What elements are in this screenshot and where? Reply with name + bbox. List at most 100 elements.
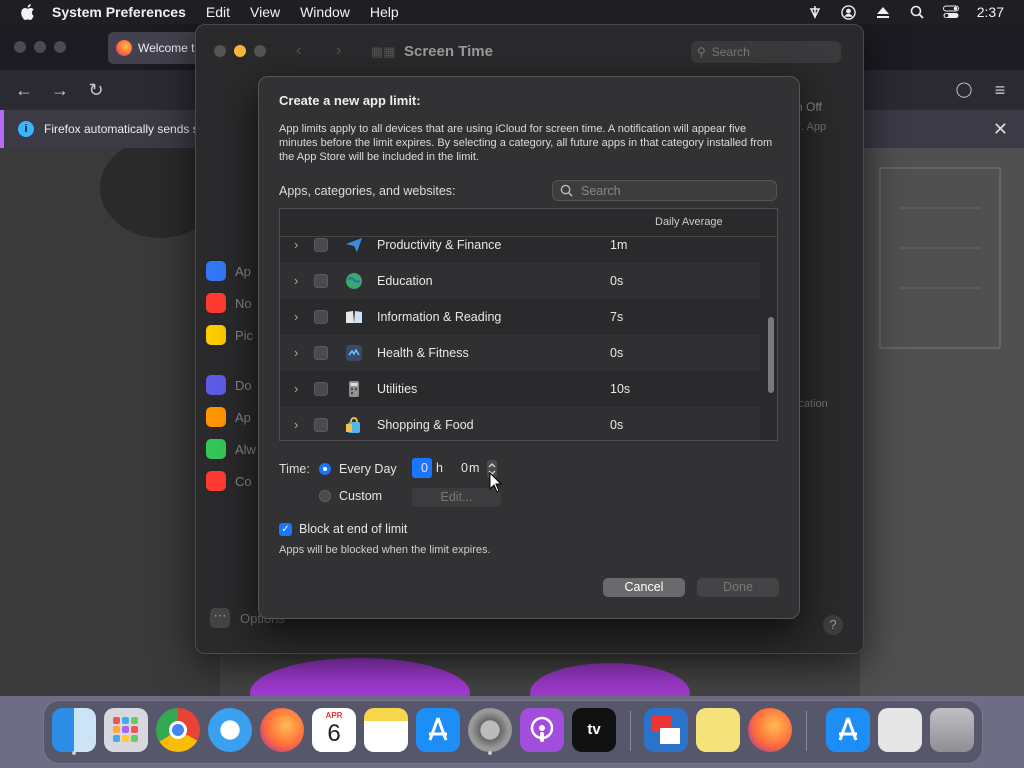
dock-trash-icon[interactable] <box>930 708 974 752</box>
row-checkbox[interactable] <box>314 346 328 360</box>
table-row[interactable]: › Productivity & Finance 1m <box>280 227 760 263</box>
dock-stickies-icon[interactable] <box>696 708 740 752</box>
back-nav-icon[interactable]: ‹ <box>296 42 301 60</box>
dock-separator <box>806 711 807 751</box>
table-scrollbar[interactable] <box>768 317 774 393</box>
table-row[interactable]: › Health & Fitness 0s <box>280 335 760 371</box>
eject-icon[interactable] <box>875 4 891 20</box>
show-all-grid-icon[interactable]: ▦▦ <box>371 44 396 60</box>
close-notice-icon[interactable]: ✕ <box>993 119 1008 140</box>
dock-app-store-downloads-icon[interactable] <box>826 708 870 752</box>
more-icon: ⋯ <box>210 608 230 628</box>
help-icon[interactable]: ? <box>823 615 843 635</box>
sidebar-item-label: Do <box>235 377 252 393</box>
chevron-right-icon[interactable]: › <box>294 346 304 360</box>
zoom-window-icon[interactable] <box>54 41 66 53</box>
app-store-a-icon <box>428 717 448 741</box>
calendar-month: APR <box>325 711 343 720</box>
menu-clock[interactable]: 2:37 <box>977 4 1004 20</box>
dock-chrome-icon[interactable] <box>156 708 200 752</box>
row-average: 1m <box>610 238 628 252</box>
minutes-field[interactable]: 0 <box>461 458 468 478</box>
block-label[interactable]: Block at end of limit <box>299 522 407 536</box>
dock-firefox-icon[interactable] <box>260 708 304 752</box>
row-checkbox[interactable] <box>314 382 328 396</box>
bell-icon <box>206 293 226 313</box>
dock-safari-icon[interactable] <box>208 708 252 752</box>
row-checkbox[interactable] <box>314 310 328 324</box>
every-day-radio[interactable] <box>319 463 331 475</box>
dock-podcasts-icon[interactable] <box>520 708 564 752</box>
firefox-notice-text: Firefox automatically sends s <box>44 122 199 136</box>
dock-app-store-icon[interactable] <box>416 708 460 752</box>
info-icon: i <box>18 121 34 137</box>
forward-icon[interactable]: → <box>50 80 70 100</box>
menu-window[interactable]: Window <box>300 4 350 20</box>
close-window-icon[interactable] <box>14 41 26 53</box>
create-app-limit-sheet: Create a new app limit: App limits apply… <box>258 76 800 619</box>
row-checkbox[interactable] <box>314 418 328 432</box>
sidebar-item-label: Alw <box>235 441 256 457</box>
custom-label[interactable]: Custom <box>339 489 382 503</box>
custom-radio[interactable] <box>319 490 331 502</box>
search-icon[interactable] <box>909 4 925 20</box>
reload-icon[interactable]: ↻ <box>86 80 106 100</box>
control-center-icon[interactable] <box>942 4 959 20</box>
back-icon[interactable]: ← <box>14 80 34 100</box>
row-checkbox[interactable] <box>314 274 328 288</box>
every-day-label[interactable]: Every Day <box>339 462 397 476</box>
chevron-right-icon[interactable]: › <box>294 310 304 324</box>
tv-label: tv <box>587 721 601 738</box>
dock-finder-icon[interactable] <box>52 708 96 755</box>
dock-firefox-icon[interactable] <box>748 708 792 752</box>
table-row[interactable]: › Education 0s <box>280 263 760 299</box>
user-icon[interactable] <box>841 4 857 20</box>
hamburger-menu-icon[interactable]: ≡ <box>990 80 1010 100</box>
apps-search-input[interactable]: Search <box>552 180 777 201</box>
minimize-window-icon[interactable] <box>34 41 46 53</box>
zoom-window-icon[interactable] <box>254 45 266 57</box>
row-average: 7s <box>610 310 624 324</box>
close-window-icon[interactable] <box>214 45 226 57</box>
row-average: 0s <box>610 274 624 288</box>
calculator-icon <box>344 379 364 399</box>
firefox-tab[interactable]: Welcome t <box>108 32 208 64</box>
dock-system-preferences-icon[interactable] <box>468 708 512 755</box>
chevron-right-icon[interactable]: › <box>294 274 304 288</box>
chevron-right-icon[interactable]: › <box>294 238 304 252</box>
table-row[interactable]: › Information & Reading 7s <box>280 299 760 335</box>
menu-help[interactable]: Help <box>370 4 399 20</box>
search-icon <box>560 184 573 197</box>
dock-preview-icon[interactable] <box>878 708 922 752</box>
dock-screen-share-icon[interactable] <box>644 708 688 752</box>
dock-tv-icon[interactable]: tv <box>572 708 616 752</box>
table-row[interactable]: › Utilities 10s <box>280 371 760 407</box>
chevron-right-icon[interactable]: › <box>294 418 304 432</box>
apple-menu-icon[interactable] <box>18 3 36 21</box>
cancel-button[interactable]: Cancel <box>603 578 685 597</box>
chevron-right-icon[interactable]: › <box>294 382 304 396</box>
dock-notes-icon[interactable] <box>364 708 408 752</box>
sheet-description: App limits apply to all devices that are… <box>279 123 773 163</box>
menu-edit[interactable]: Edit <box>206 4 230 20</box>
dock-launchpad-icon[interactable] <box>104 708 148 752</box>
minutes-unit: m <box>469 461 480 475</box>
wifi-icon[interactable] <box>807 4 823 20</box>
row-checkbox[interactable] <box>314 238 328 252</box>
done-button[interactable]: Done <box>697 578 779 597</box>
bar-chart-icon <box>206 261 226 281</box>
menu-app-name[interactable]: System Preferences <box>52 4 186 20</box>
podcast-icon <box>530 716 554 742</box>
pocket-icon[interactable]: ◯ <box>954 80 974 100</box>
edit-button[interactable]: Edit... <box>412 488 501 507</box>
prefs-search-field[interactable]: ⚲ Search <box>691 41 841 63</box>
dock-calendar-icon[interactable]: APR 6 <box>312 708 356 752</box>
table-row[interactable]: › Shopping & Food 0s <box>280 407 760 440</box>
forward-nav-icon[interactable]: › <box>336 42 341 60</box>
block-checkbox[interactable]: ✓ <box>279 523 292 536</box>
hours-field[interactable]: 0 <box>412 458 432 478</box>
menu-view[interactable]: View <box>250 4 280 20</box>
book-icon <box>344 307 364 327</box>
minimize-window-icon[interactable] <box>234 45 246 57</box>
apps-label: Apps, categories, and websites: <box>279 184 456 198</box>
